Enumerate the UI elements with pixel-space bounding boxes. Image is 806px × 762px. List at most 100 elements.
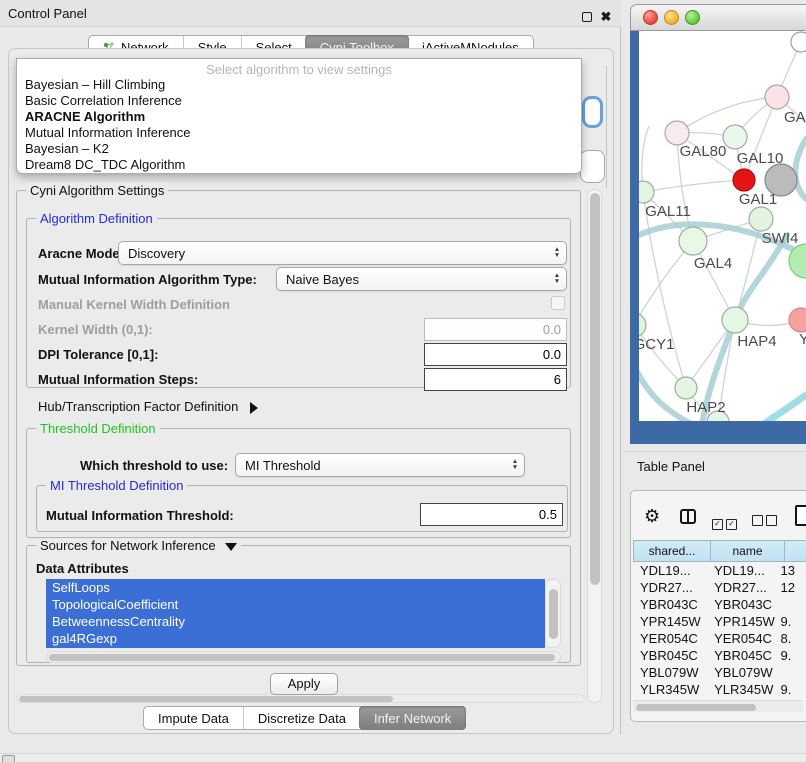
network-node[interactable]	[665, 121, 689, 145]
table-cell: YBR043C	[707, 596, 777, 613]
document-icon[interactable]	[795, 505, 806, 526]
stepper-icon	[548, 247, 566, 259]
data-attribute-item[interactable]: gal4RGexp	[46, 630, 545, 647]
attributes-list-hscrollbar[interactable]	[46, 651, 561, 663]
select-none-unchecked-icon[interactable]	[752, 513, 780, 531]
data-attribute-item[interactable]: TopologicalCoefficient	[46, 596, 545, 613]
expand-right-icon[interactable]	[250, 402, 258, 414]
network-node[interactable]	[791, 32, 806, 52]
network-node[interactable]	[723, 125, 747, 149]
hidden-combo-fragment[interactable]	[580, 150, 605, 183]
tab-impute-data[interactable]: Impute Data	[144, 707, 243, 729]
manual-kernel-width-checkbox[interactable]	[551, 296, 565, 310]
aracne-mode-select[interactable]: Discovery	[118, 241, 567, 265]
table-cell: 12	[777, 579, 806, 596]
table-row[interactable]: YLR345WYLR345W9.	[633, 681, 806, 698]
table-cell: YBL079W	[633, 664, 707, 681]
table-cell: YPR145W	[707, 613, 777, 630]
settings-gear-icon[interactable]	[644, 506, 660, 527]
screen: Control Panel NetworkStyleSelectCyni Too…	[0, 0, 806, 762]
table-cell: YIL052C	[633, 698, 707, 699]
algorithm-popup-prompt: Select algorithm to view settings	[17, 62, 581, 77]
hub-transcription-factor-section[interactable]: Hub/Transcription Factor Definition	[38, 399, 258, 414]
data-attribute-item[interactable]: SelfLoops	[46, 579, 545, 596]
kernel-width-input[interactable]	[424, 318, 567, 341]
tab-label: Discretize Data	[258, 711, 346, 726]
table-cell: YDL19...	[707, 562, 777, 579]
algorithm-option[interactable]: Bayesian – K2	[17, 141, 581, 157]
table-row[interactable]: YBR045CYBR045C9.	[633, 647, 806, 664]
data-attributes-list[interactable]: SelfLoopsTopologicalCoefficientBetweenne…	[46, 579, 545, 648]
node-label: SWI4	[762, 230, 799, 247]
sources-title[interactable]: Sources for Network Inference	[36, 538, 241, 553]
settings-hscrollbar[interactable]	[16, 694, 585, 703]
stepper-icon	[506, 459, 524, 471]
float-window-icon[interactable]	[582, 12, 592, 22]
mi-threshold-definition-title: MI Threshold Definition	[46, 478, 187, 493]
table-column-header[interactable]: shared...	[633, 540, 711, 562]
table-cell	[777, 596, 806, 613]
aracne-mode-label: Aracne Mode:	[38, 246, 124, 261]
dpi-tolerance-input[interactable]	[424, 343, 567, 366]
close-traffic-light-icon[interactable]	[643, 10, 658, 25]
which-threshold-select[interactable]: MI Threshold	[235, 453, 525, 477]
zoom-traffic-light-icon[interactable]	[685, 10, 700, 25]
collapse-down-icon[interactable]	[225, 543, 237, 551]
table-row[interactable]: YDR27...YDR27...12	[633, 579, 806, 596]
algorithm-option[interactable]: Dream8 DC_TDC Algorithm	[17, 157, 581, 173]
table-row[interactable]: YER054CYER054C8.	[633, 630, 806, 647]
control-panel-title: Control Panel	[8, 6, 87, 21]
node-label: HAP4	[737, 333, 776, 350]
settings-vscrollbar[interactable]	[587, 189, 602, 703]
algorithm-option[interactable]: Bayesian – Hill Climbing	[17, 77, 581, 93]
network-node[interactable]	[749, 207, 773, 231]
hidden-focused-combo-fragment[interactable]	[582, 96, 603, 128]
network-node[interactable]	[722, 307, 748, 333]
table-cell: YDR27...	[633, 579, 707, 596]
tab-infer-network[interactable]: Infer Network	[359, 706, 466, 730]
table-row[interactable]: YDL19...YDL19...13	[633, 562, 806, 579]
collapsed-panel-icon[interactable]	[2, 755, 15, 762]
table-row[interactable]: YBR043CYBR043C	[633, 596, 806, 613]
table-row[interactable]: YBL079WYBL079W	[633, 664, 806, 681]
network-node[interactable]	[765, 85, 789, 109]
table-cell: YER054C	[633, 630, 707, 647]
column-layout-icon[interactable]	[680, 509, 696, 524]
minimize-traffic-light-icon[interactable]	[664, 10, 679, 25]
select-all-checked-icon[interactable]	[712, 513, 740, 531]
data-attribute-item[interactable]: BetweennessCentrality	[46, 613, 545, 630]
table-cell	[777, 664, 806, 681]
cyni-mode-tabs: Impute Data Discretize Data Infer Network	[143, 706, 466, 730]
table-cell: 9.	[777, 681, 806, 698]
algorithm-definition-title: Algorithm Definition	[36, 211, 157, 226]
hub-transcription-factor-label: Hub/Transcription Factor Definition	[38, 399, 238, 414]
network-view-canvas[interactable]: GALGAL80GAL10GAL1GAL11SWI4GAL4GCY1HAP4YH…	[639, 31, 806, 421]
table-cell: YPR145W	[633, 613, 707, 630]
network-node[interactable]	[639, 313, 646, 337]
mutual-information-threshold-input[interactable]	[420, 503, 563, 526]
table-row[interactable]: YIL052CYIL052C9.	[633, 698, 806, 699]
attributes-list-vscrollbar[interactable]	[545, 579, 561, 648]
table-row[interactable]: YPR145WYPR145W9.	[633, 613, 806, 630]
table-hscrollbar[interactable]	[633, 700, 803, 712]
table-column-header[interactable]: name	[711, 540, 785, 562]
table-cell: YLR345W	[633, 681, 707, 698]
node-label: GAL11	[645, 203, 691, 220]
close-icon[interactable]	[598, 8, 614, 24]
table-rows: YDL19...YDL19...13YDR27...YDR27...12YBR0…	[633, 562, 806, 699]
network-node[interactable]	[733, 169, 755, 191]
table-cell: 9.	[777, 613, 806, 630]
network-edge	[643, 192, 686, 388]
network-node[interactable]	[679, 227, 707, 255]
network-node[interactable]	[789, 308, 806, 332]
mi-algorithm-type-select[interactable]: Naive Bayes	[276, 267, 567, 291]
mi-steps-input[interactable]	[424, 368, 567, 391]
algorithm-option[interactable]: Mutual Information Inference	[17, 125, 581, 141]
network-node[interactable]	[675, 377, 697, 399]
mi-steps-label: Mutual Information Steps:	[38, 372, 198, 387]
apply-button[interactable]: Apply	[270, 673, 338, 695]
table-column-header[interactable]	[785, 540, 806, 562]
algorithm-option[interactable]: ARACNE Algorithm	[17, 109, 581, 125]
algorithm-option[interactable]: Basic Correlation Inference	[17, 93, 581, 109]
tab-discretize-data[interactable]: Discretize Data	[243, 707, 360, 729]
